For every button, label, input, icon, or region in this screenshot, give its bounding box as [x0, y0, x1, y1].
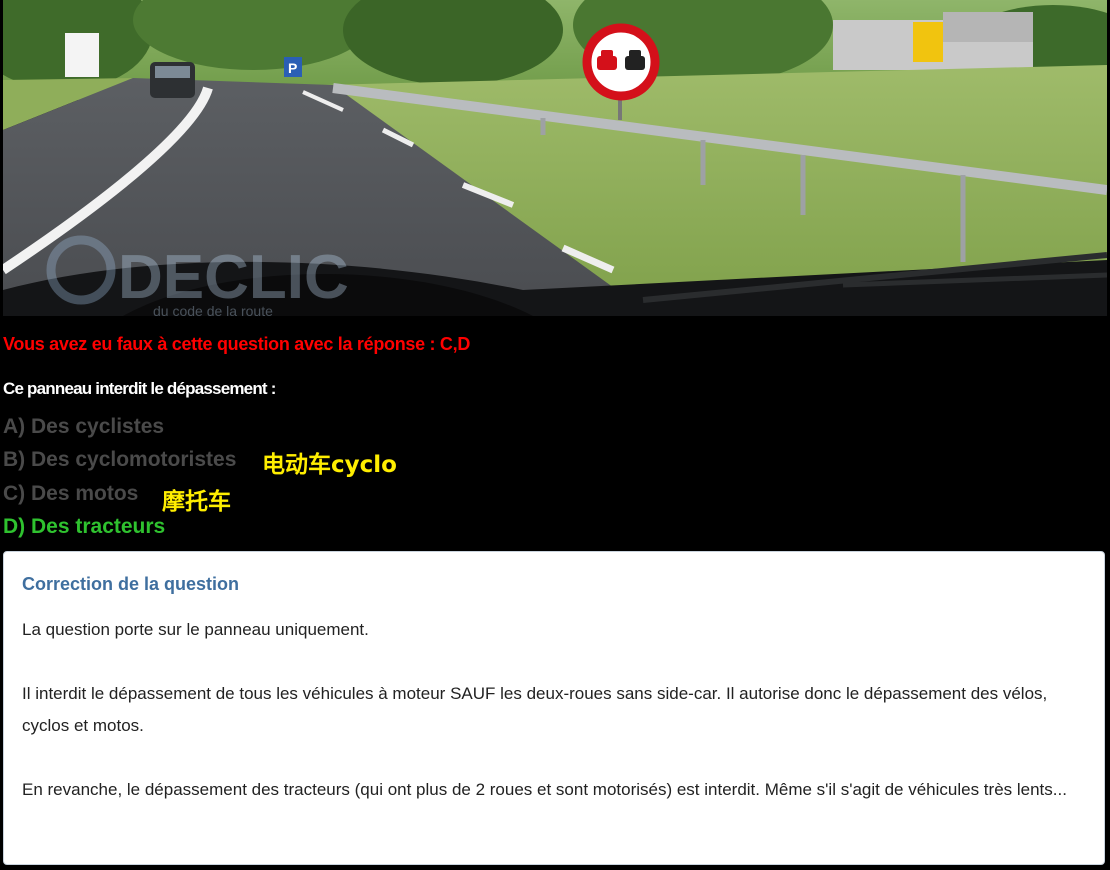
answer-b[interactable]: B) Des cyclomotoristes [3, 448, 236, 472]
svg-text:P: P [288, 60, 297, 76]
correction-paragraph: En revanche, le dépassement des tracteur… [22, 780, 1067, 799]
question-photo: P DECLIC du code de la route [3, 0, 1107, 316]
correction-panel: Correction de la question La question po… [3, 551, 1105, 865]
no-overtaking-sign-icon [582, 23, 660, 101]
svg-text:DECLIC: DECLIC [118, 243, 349, 312]
correction-title: Correction de la question [22, 574, 240, 594]
correction-text: La question porte sur le panneau uniquem… [22, 614, 1092, 838]
correction-paragraph: Il interdit le dépassement de tous les v… [22, 684, 1048, 735]
answer-d[interactable]: D) Des tracteurs [3, 515, 165, 539]
answer-a[interactable]: A) Des cyclistes [3, 415, 164, 439]
question-text: Ce panneau interdit le dépassement : [3, 379, 276, 398]
correction-paragraph: La question porte sur le panneau uniquem… [22, 620, 369, 639]
annotation-b: 电动车cyclo [262, 452, 397, 478]
svg-text:du code de la route: du code de la route [153, 303, 273, 316]
annotation-c: 摩托车 [162, 489, 231, 515]
answer-c[interactable]: C) Des motos [3, 482, 138, 506]
result-message: Vous avez eu faux à cette question avec … [3, 334, 471, 354]
